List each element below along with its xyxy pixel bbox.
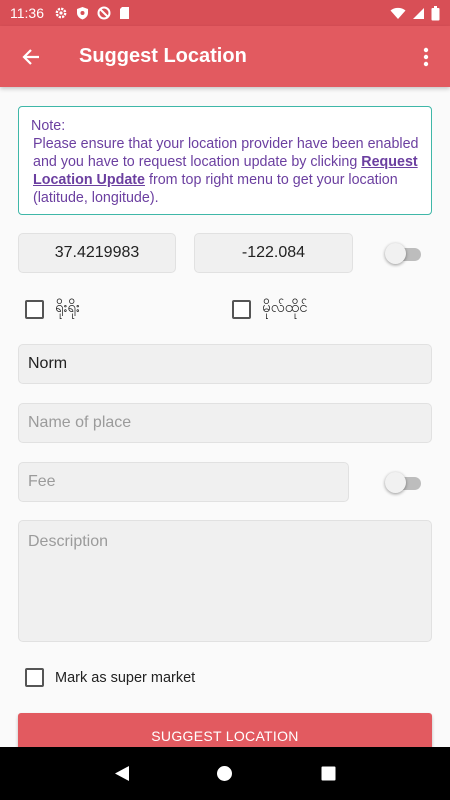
status-time: 11:36 <box>10 5 44 21</box>
name-of-place-input[interactable] <box>28 414 422 432</box>
type-field[interactable] <box>18 344 432 384</box>
sd-card-icon <box>119 6 130 20</box>
name-of-place-field[interactable] <box>18 403 432 443</box>
checkbox-option1[interactable]: ရိုးရိုး <box>25 298 80 320</box>
page-title: Suggest Location <box>79 45 247 67</box>
longitude-field[interactable] <box>194 233 353 273</box>
nav-back-icon <box>114 765 130 782</box>
latitude-input[interactable] <box>28 244 166 262</box>
type-input[interactable] <box>28 355 422 373</box>
nav-recents-button[interactable] <box>308 754 348 794</box>
latitude-field[interactable] <box>18 233 176 273</box>
location-toggle[interactable] <box>385 243 421 265</box>
more-vert-icon <box>423 47 429 67</box>
description-input[interactable] <box>28 521 422 641</box>
toggle-thumb <box>385 472 406 493</box>
status-bar: 11:36 <box>0 0 450 26</box>
signal-icon <box>412 7 425 20</box>
navigation-bar <box>0 747 450 800</box>
no-entry-icon <box>97 6 111 20</box>
arrow-back-icon <box>22 48 40 66</box>
longitude-input[interactable] <box>204 244 343 262</box>
shield-icon <box>76 6 89 20</box>
nav-home-button[interactable] <box>205 754 245 794</box>
fee-toggle[interactable] <box>385 472 421 494</box>
app-bar: Suggest Location <box>0 26 450 87</box>
checkbox-option1-label: ရိုးရိုး <box>55 299 80 316</box>
checkbox-box[interactable] <box>25 668 44 687</box>
checkbox-box[interactable] <box>25 299 44 319</box>
overflow-menu-button[interactable] <box>402 26 450 87</box>
toggle-thumb <box>385 243 406 264</box>
settings-icon <box>54 6 68 20</box>
super-market-label: Mark as super market <box>55 669 196 686</box>
checkbox-option2-label: မိုလ်ထိုင် <box>262 299 308 316</box>
nav-recents-icon <box>321 766 336 781</box>
description-field[interactable] <box>18 520 432 642</box>
note-text: Please ensure that your location provide… <box>31 135 421 207</box>
battery-icon <box>431 5 440 21</box>
super-market-checkbox[interactable]: Mark as super market <box>25 668 195 687</box>
fee-input[interactable] <box>28 473 339 491</box>
nav-back-button[interactable] <box>102 754 142 794</box>
note-box: Note: Please ensure that your location p… <box>18 106 432 215</box>
wifi-icon <box>390 7 406 20</box>
checkbox-box[interactable] <box>232 299 251 319</box>
nav-home-icon <box>216 765 233 782</box>
checkbox-option2[interactable]: မိုလ်ထိုင် <box>232 298 307 320</box>
note-heading: Note: <box>31 118 66 134</box>
fee-field[interactable] <box>18 462 349 502</box>
back-button[interactable] <box>0 26 62 87</box>
